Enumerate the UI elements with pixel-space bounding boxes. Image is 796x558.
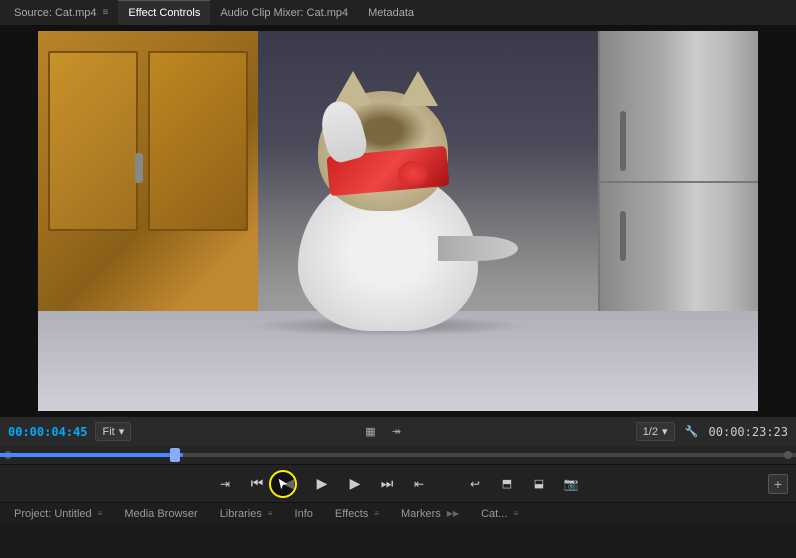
fridge [598, 31, 758, 351]
tab-bar: Source: Cat.mp4 ≡ Effect Controls Audio … [0, 0, 796, 26]
cabinet-door-right [148, 51, 248, 231]
timeline-progress [0, 453, 183, 457]
ratio-dropdown[interactable]: 1/2 ▾ [636, 422, 675, 441]
tab-audio-mixer[interactable]: Audio Clip Mixer: Cat.mp4 [210, 0, 358, 25]
fit-arrow: ▾ [119, 425, 125, 438]
play-button[interactable]: ▶ [307, 469, 337, 499]
camera-button[interactable]: 📷 [557, 470, 585, 498]
cat-arrow: ≡ [513, 509, 518, 518]
tool-indicator [269, 470, 297, 498]
effect-controls-label: Effect Controls [128, 7, 200, 19]
metadata-label: Metadata [368, 7, 414, 19]
tab-info[interactable]: Info [285, 503, 323, 524]
source-tab-label: Source: Cat.mp4 [14, 7, 97, 19]
fridge-divider [600, 181, 758, 183]
playback-bar: ⇥ ⏮ ◀ ▶ ▶ ⏭ ⇤ ↩ ⬒ ⬓ 📷 + [0, 464, 796, 502]
timeline-out-point [784, 451, 792, 459]
timeline-playhead[interactable] [170, 448, 180, 462]
project-tab-label: Project: Untitled [14, 508, 92, 520]
cat-bandana-knot [398, 161, 428, 186]
tab-project[interactable]: Project: Untitled ≡ [4, 503, 112, 524]
info-label: Info [295, 508, 313, 520]
fit-label: Fit [102, 426, 114, 438]
total-timecode: 00:00:23:23 [709, 425, 788, 439]
out-point-button[interactable]: ⇤ [405, 470, 433, 498]
step-forward-button[interactable]: ⏭ [373, 470, 401, 498]
ratio-arrow: ▾ [662, 425, 668, 438]
in-point-button[interactable]: ⇥ [211, 470, 239, 498]
tab-source[interactable]: Source: Cat.mp4 ≡ [4, 0, 118, 25]
libraries-label: Libraries [220, 508, 262, 520]
source-menu-icon[interactable]: ≡ [103, 7, 109, 18]
cat-ear-right [398, 71, 438, 106]
cat-label: Cat... [481, 508, 507, 520]
tab-media-browser[interactable]: Media Browser [114, 503, 207, 524]
fit-dropdown[interactable]: Fit ▾ [95, 422, 131, 441]
frame-forward-button[interactable]: ▶ [341, 470, 369, 498]
overwrite-button[interactable]: ⬓ [525, 470, 553, 498]
markers-label: Markers [401, 508, 441, 520]
bottom-tabs: Project: Untitled ≡ Media Browser Librar… [0, 502, 796, 524]
loop-button[interactable]: ↩ [461, 470, 489, 498]
audio-mixer-label: Audio Clip Mixer: Cat.mp4 [220, 7, 348, 19]
video-container [0, 26, 796, 416]
controls-bar: 00:00:04:45 Fit ▾ ▦ ↠ 1/2 ▾ 🔧 00:00:23:2… [0, 416, 796, 446]
safe-margins-icon[interactable]: ▦ [361, 423, 379, 441]
tab-metadata[interactable]: Metadata [358, 0, 424, 25]
timeline-bar[interactable] [0, 446, 796, 464]
fridge-handle-top [620, 111, 626, 171]
tab-markers[interactable]: Markers ▶▶ [391, 503, 469, 524]
cat-tail [438, 236, 518, 261]
fridge-handle-bottom [620, 211, 626, 261]
tab-effect-controls[interactable]: Effect Controls [118, 0, 210, 25]
video-scene [38, 31, 758, 411]
cabinet-door-left [48, 51, 138, 231]
effects-arrow: ≡ [374, 509, 379, 518]
media-browser-label: Media Browser [124, 508, 197, 520]
tab-libraries[interactable]: Libraries ≡ [210, 503, 283, 524]
markers-arrow: ▶▶ [447, 509, 459, 518]
cabinet-handle [135, 153, 143, 183]
add-button[interactable]: + [768, 474, 788, 494]
tab-effects[interactable]: Effects ≡ [325, 503, 389, 524]
insert-button[interactable]: ⬒ [493, 470, 521, 498]
ratio-label: 1/2 [643, 426, 658, 438]
tab-cat[interactable]: Cat... ≡ [471, 503, 528, 524]
settings-icon[interactable]: 🔧 [683, 423, 701, 441]
export-frame-icon[interactable]: ↠ [387, 423, 405, 441]
project-tab-arrow: ≡ [98, 509, 103, 518]
current-timecode[interactable]: 00:00:04:45 [8, 425, 87, 439]
step-back-button[interactable]: ⏮ [243, 470, 271, 498]
cat-body [268, 91, 528, 331]
effects-label: Effects [335, 508, 368, 520]
cursor-icon [276, 477, 290, 491]
libraries-arrow: ≡ [268, 509, 273, 518]
video-preview [38, 31, 758, 411]
